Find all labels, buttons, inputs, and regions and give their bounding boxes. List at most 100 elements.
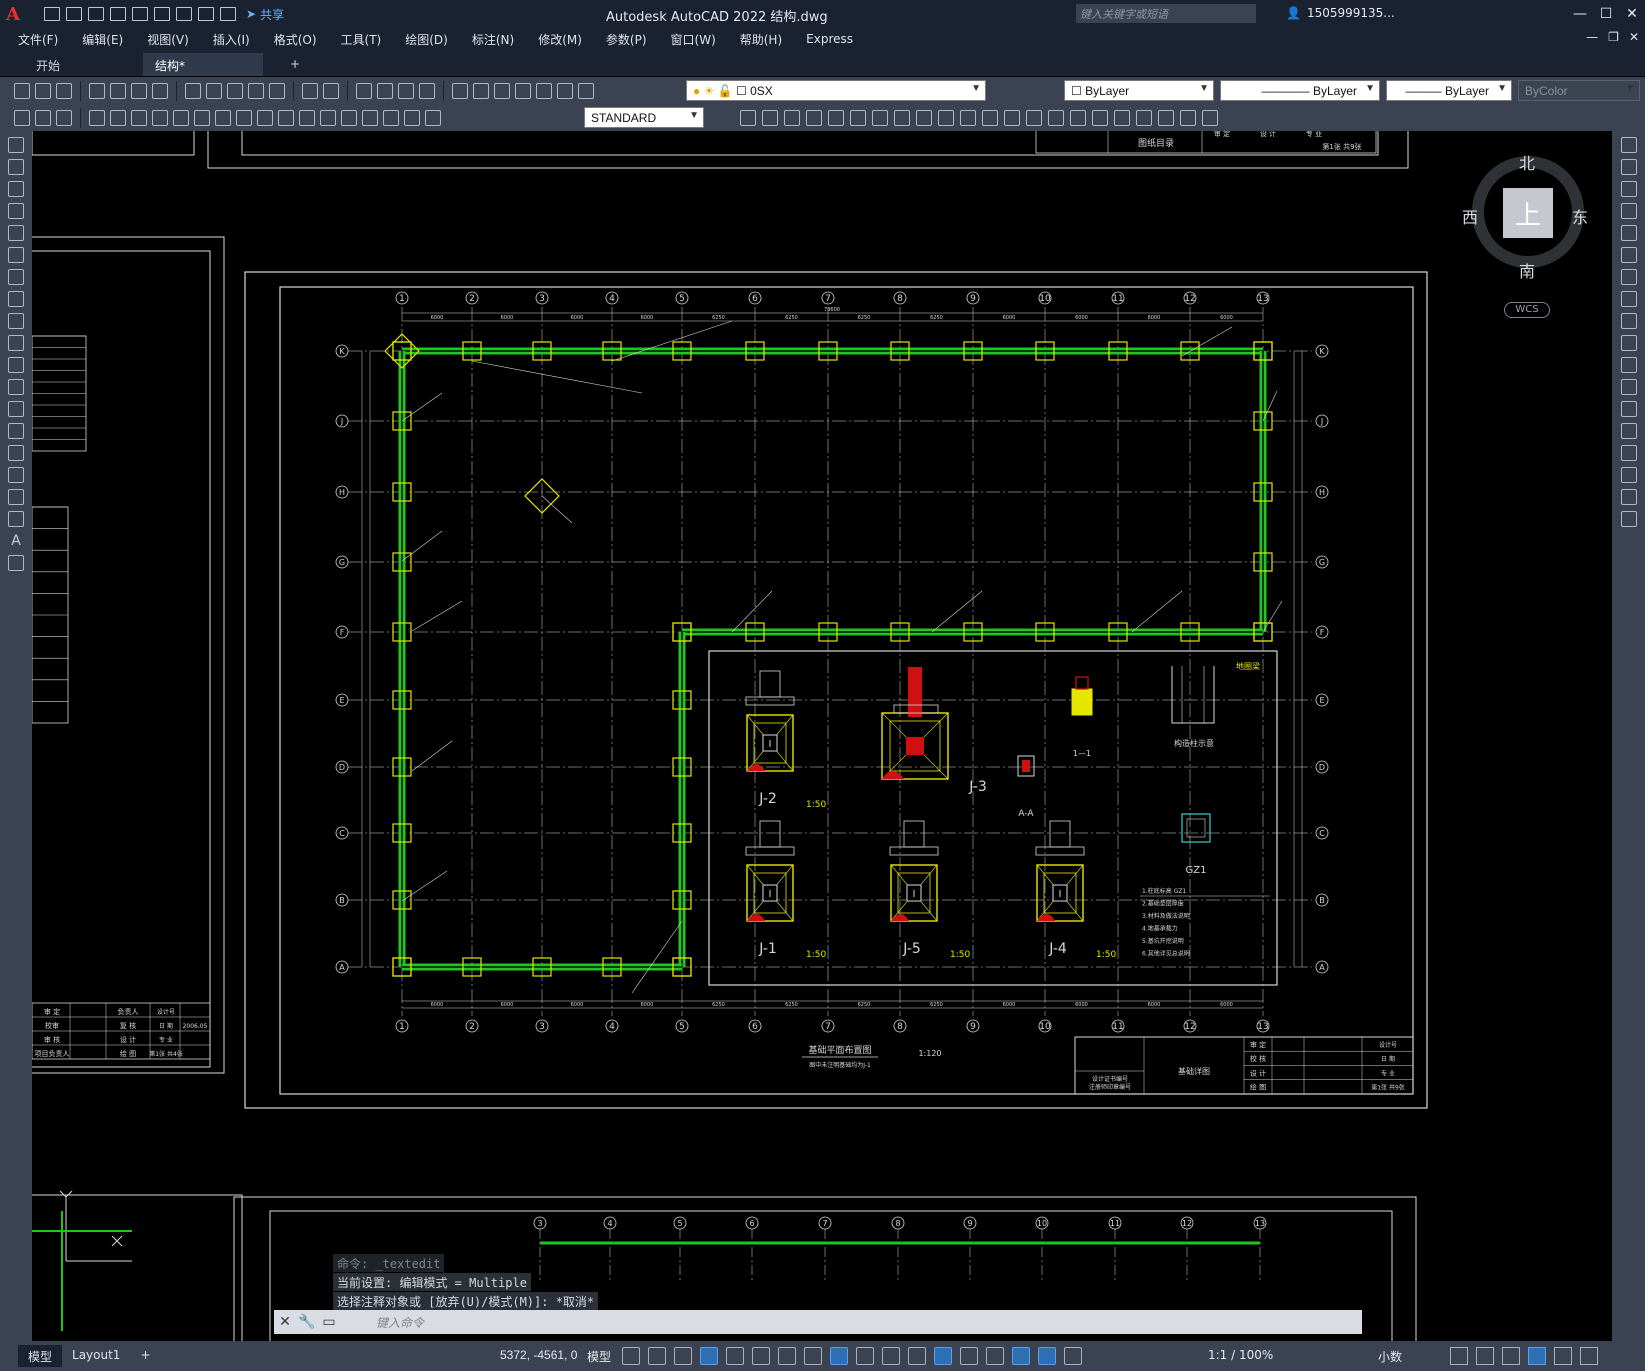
object-snap-icon[interactable] (830, 1347, 848, 1365)
lock-ui-icon[interactable] (1476, 1347, 1494, 1365)
sheet-set-icon[interactable] (515, 83, 531, 99)
menu-item[interactable]: 标注(N) (472, 31, 514, 48)
circle-tool-icon[interactable] (8, 269, 24, 285)
erase-icon[interactable] (740, 110, 756, 126)
add-layout-button[interactable]: + (130, 1345, 160, 1367)
fillet-icon[interactable] (1048, 110, 1064, 126)
point-tool-icon[interactable] (8, 423, 24, 439)
save-icon[interactable] (56, 83, 72, 99)
stretch-icon[interactable] (916, 110, 932, 126)
plot-icon[interactable] (89, 83, 105, 99)
line-tool-icon[interactable] (8, 137, 24, 153)
compass-south[interactable]: 南 (1519, 258, 1535, 282)
ellipse-tool-icon[interactable] (8, 335, 24, 351)
tab-add-button[interactable]: + (278, 53, 312, 76)
print-icon[interactable] (176, 7, 192, 21)
mtext-tool-icon[interactable]: A (8, 533, 24, 549)
color-dropdown[interactable]: ☐ ByLayer ▼ (1064, 80, 1214, 101)
object-snap-tracking-icon[interactable] (804, 1347, 822, 1365)
doc-restore-button[interactable]: ❐ (1608, 30, 1619, 44)
break-side-icon[interactable] (1620, 401, 1637, 417)
save-as-icon[interactable] (110, 7, 126, 21)
quick-dim-icon[interactable] (257, 110, 273, 126)
offset-icon[interactable] (806, 110, 822, 126)
properties-icon[interactable] (452, 83, 468, 99)
make-block-tool-icon[interactable] (8, 401, 24, 417)
match-properties-icon[interactable] (248, 83, 264, 99)
continue-dim-icon[interactable] (299, 110, 315, 126)
menu-item[interactable]: Express (806, 32, 853, 46)
ellipse-arc-tool-icon[interactable] (8, 357, 24, 373)
menu-item[interactable]: 编辑(E) (82, 31, 123, 48)
aligned-dim-icon[interactable] (110, 110, 126, 126)
undo-icon[interactable] (198, 7, 214, 21)
linetype-dropdown[interactable]: ———— ByLayer ▼ (1220, 80, 1380, 101)
array-icon[interactable] (828, 110, 844, 126)
ungroup-icon[interactable] (1136, 110, 1152, 126)
redo-icon[interactable] (323, 83, 339, 99)
dim-edit-icon[interactable] (383, 110, 399, 126)
lineweight-dropdown[interactable]: ——— ByLayer ▼ (1386, 80, 1512, 101)
tab-start[interactable]: 开始 (24, 53, 72, 76)
dimstyle-dropdown[interactable]: STANDARD ▼ (584, 107, 704, 128)
menu-item[interactable]: 修改(M) (538, 31, 582, 48)
3d-osnap-icon[interactable] (934, 1347, 952, 1365)
compass-east[interactable]: 东 (1572, 204, 1588, 228)
zoom-realtime-icon[interactable] (377, 83, 393, 99)
compass-west[interactable]: 西 (1462, 204, 1478, 228)
menu-item[interactable]: 窗口(W) (671, 31, 716, 48)
redo-icon[interactable] (220, 7, 236, 21)
dim-update-icon[interactable] (425, 110, 441, 126)
command-input[interactable]: 键入命令 (376, 1314, 424, 1331)
table-tool-icon[interactable] (8, 511, 24, 527)
gradient-tool-icon[interactable] (8, 467, 24, 483)
make-block-icon[interactable] (35, 110, 51, 126)
hatch-edit-icon[interactable] (1158, 110, 1174, 126)
copy-icon[interactable] (206, 83, 222, 99)
infer-icon[interactable] (674, 1347, 692, 1365)
share-button[interactable]: ➤ 共享 (246, 6, 284, 23)
hardware-acceleration-icon[interactable] (1528, 1347, 1546, 1365)
annotation-scale[interactable]: 1:1 / 100% (1208, 1348, 1273, 1362)
trim-icon[interactable] (938, 110, 954, 126)
open-file-icon[interactable] (66, 7, 82, 21)
baseline-dim-icon[interactable] (278, 110, 294, 126)
hatch-tool-icon[interactable] (8, 445, 24, 461)
units-dropdown[interactable]: 小数 (1378, 1348, 1402, 1365)
construction-line-icon[interactable] (8, 159, 24, 175)
group-icon[interactable] (1114, 110, 1130, 126)
insert-block-icon[interactable] (14, 110, 30, 126)
angular-dim-icon[interactable] (236, 110, 252, 126)
offset-side-icon[interactable] (1620, 203, 1637, 219)
cut-icon[interactable] (185, 83, 201, 99)
plotstyle-dropdown[interactable]: ByColor ▼ (1518, 80, 1640, 101)
command-recent-icon[interactable]: ▭ (318, 1314, 340, 1330)
ortho-icon[interactable] (726, 1347, 744, 1365)
copy-side-icon[interactable] (1620, 159, 1637, 175)
tab-model[interactable]: 模型 (18, 1345, 63, 1367)
move-icon[interactable] (850, 110, 866, 126)
gizmo-icon[interactable] (1012, 1347, 1030, 1365)
erase-side-icon[interactable] (1620, 137, 1637, 153)
menu-item[interactable]: 绘图(D) (405, 31, 448, 48)
array-side-icon[interactable] (1620, 225, 1637, 241)
lineweight-icon[interactable] (856, 1347, 874, 1365)
scale-icon[interactable] (894, 110, 910, 126)
minimize-button[interactable]: — (1567, 0, 1593, 28)
grid-icon[interactable] (622, 1347, 640, 1365)
trim-side-icon[interactable] (1620, 335, 1637, 351)
stretch-side-icon[interactable] (1620, 313, 1637, 329)
extend-side-icon[interactable] (1620, 357, 1637, 373)
calculator-icon[interactable] (536, 83, 552, 99)
join-icon[interactable] (1004, 110, 1020, 126)
command-customize-icon[interactable]: 🔧 (296, 1314, 318, 1330)
help-search-input[interactable]: 键入关键字或短语 (1076, 4, 1256, 23)
arc-tool-icon[interactable] (8, 247, 24, 263)
model-space-toggle[interactable]: 模型 (587, 1348, 611, 1365)
add-selected-icon[interactable] (8, 555, 24, 571)
dim-text-edit-icon[interactable] (404, 110, 420, 126)
selection-cycling-icon[interactable] (908, 1347, 926, 1365)
revcloud-tool-icon[interactable] (8, 291, 24, 307)
paste-icon[interactable] (227, 83, 243, 99)
menu-item[interactable]: 工具(T) (341, 31, 382, 48)
